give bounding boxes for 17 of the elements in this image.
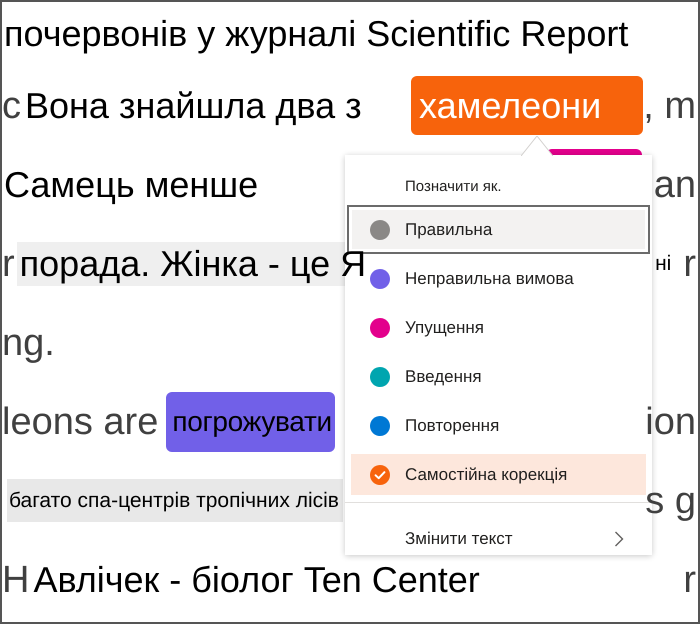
underlying-text: H xyxy=(2,558,30,602)
underlying-text: , m xyxy=(643,84,696,128)
underlying-text: leons are xyxy=(2,400,158,444)
underlying-text: an xyxy=(654,162,696,206)
chevron-right-icon xyxy=(614,531,624,547)
underlying-text: ion xyxy=(645,400,696,444)
underlying-text: ng. xyxy=(2,320,55,364)
underlying-text: r xyxy=(683,558,696,602)
marked-word[interactable]: погрожувати xyxy=(166,392,335,452)
underlying-text: r xyxy=(2,242,15,286)
underlying-text: r xyxy=(683,242,696,286)
underlying-text: c xyxy=(2,84,21,128)
menu-heading: Позначити як. xyxy=(404,177,503,197)
menu-item[interactable]: Упущення xyxy=(347,303,650,352)
menu-item[interactable]: Введення xyxy=(347,352,650,401)
overlay-text: ні xyxy=(655,250,672,276)
highlighted-text: багато спа-центрів тропічних лісів xyxy=(7,479,343,522)
